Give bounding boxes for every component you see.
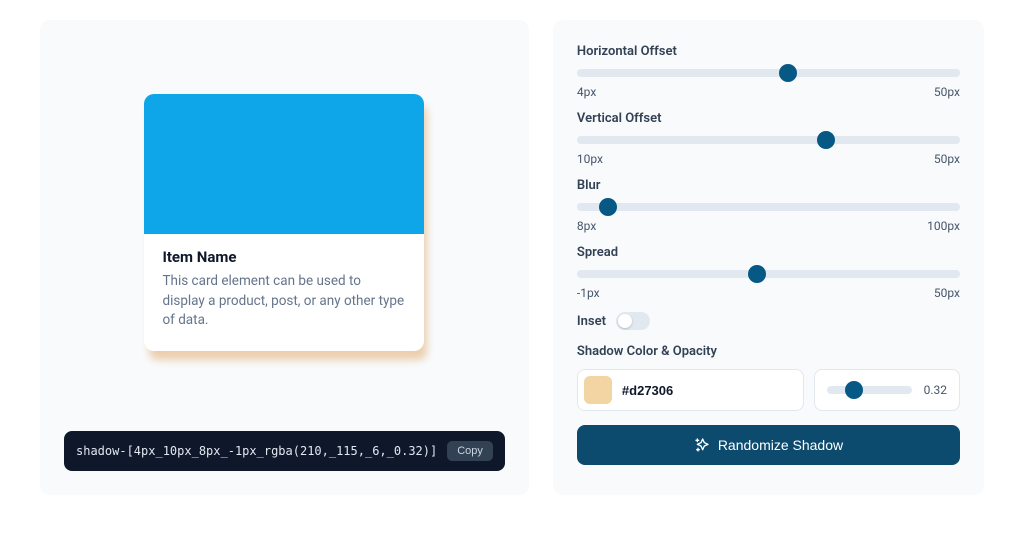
horizontal-offset-thumb[interactable] — [779, 64, 797, 82]
card-body: Item Name This card element can be used … — [144, 234, 424, 351]
horizontal-offset-label: Horizontal Offset — [577, 44, 960, 59]
blur-value: 8px — [577, 219, 596, 233]
blur-label: Blur — [577, 178, 960, 193]
opacity-box: 0.32 — [814, 369, 960, 411]
copy-button[interactable]: Copy — [447, 441, 493, 461]
horizontal-offset-control: Horizontal Offset 4px 50px — [577, 44, 960, 99]
controls-panel: Horizontal Offset 4px 50px Vertical Offs… — [553, 20, 984, 495]
blur-max: 100px — [927, 219, 960, 233]
spread-max: 50px — [934, 286, 960, 300]
inset-toggle[interactable] — [616, 312, 650, 330]
randomize-shadow-button[interactable]: Randomize Shadow — [577, 425, 960, 465]
card-image-placeholder — [144, 94, 424, 234]
vertical-offset-thumb[interactable] — [817, 131, 835, 149]
vertical-offset-value: 10px — [577, 152, 603, 166]
opacity-slider[interactable] — [827, 386, 912, 394]
card-description: This card element can be used to display… — [162, 272, 406, 331]
inset-toggle-knob — [618, 314, 632, 328]
randomize-label: Randomize Shadow — [718, 437, 843, 453]
color-label: Shadow Color & Opacity — [577, 344, 960, 359]
blur-slider[interactable] — [577, 203, 960, 211]
blur-control: Blur 8px 100px — [577, 178, 960, 233]
spread-thumb[interactable] — [748, 265, 766, 283]
color-opacity-row: 0.32 — [577, 369, 960, 411]
vertical-offset-slider[interactable] — [577, 136, 960, 144]
blur-thumb[interactable] — [599, 198, 617, 216]
inset-label: Inset — [577, 314, 606, 329]
code-output-bar: shadow-[4px_10px_8px_-1px_rgba(210,_115,… — [64, 431, 505, 471]
vertical-offset-max: 50px — [934, 152, 960, 166]
preview-panel: Item Name This card element can be used … — [40, 20, 529, 495]
inset-control: Inset — [577, 312, 960, 330]
opacity-thumb[interactable] — [845, 381, 863, 399]
spread-value: -1px — [577, 286, 600, 300]
color-picker-box[interactable] — [577, 369, 804, 411]
hex-input[interactable] — [622, 383, 797, 398]
spread-control: Spread -1px 50px — [577, 245, 960, 300]
preview-card: Item Name This card element can be used … — [144, 94, 424, 351]
vertical-offset-label: Vertical Offset — [577, 111, 960, 126]
spread-slider[interactable] — [577, 270, 960, 278]
horizontal-offset-value: 4px — [577, 85, 596, 99]
horizontal-offset-slider[interactable] — [577, 69, 960, 77]
card-title: Item Name — [162, 248, 406, 266]
color-swatch[interactable] — [584, 376, 612, 404]
spread-label: Spread — [577, 245, 960, 260]
sparkle-icon — [694, 437, 710, 453]
horizontal-offset-max: 50px — [934, 85, 960, 99]
vertical-offset-control: Vertical Offset 10px 50px — [577, 111, 960, 166]
code-output-text: shadow-[4px_10px_8px_-1px_rgba(210,_115,… — [76, 444, 437, 458]
opacity-value: 0.32 — [924, 383, 947, 397]
